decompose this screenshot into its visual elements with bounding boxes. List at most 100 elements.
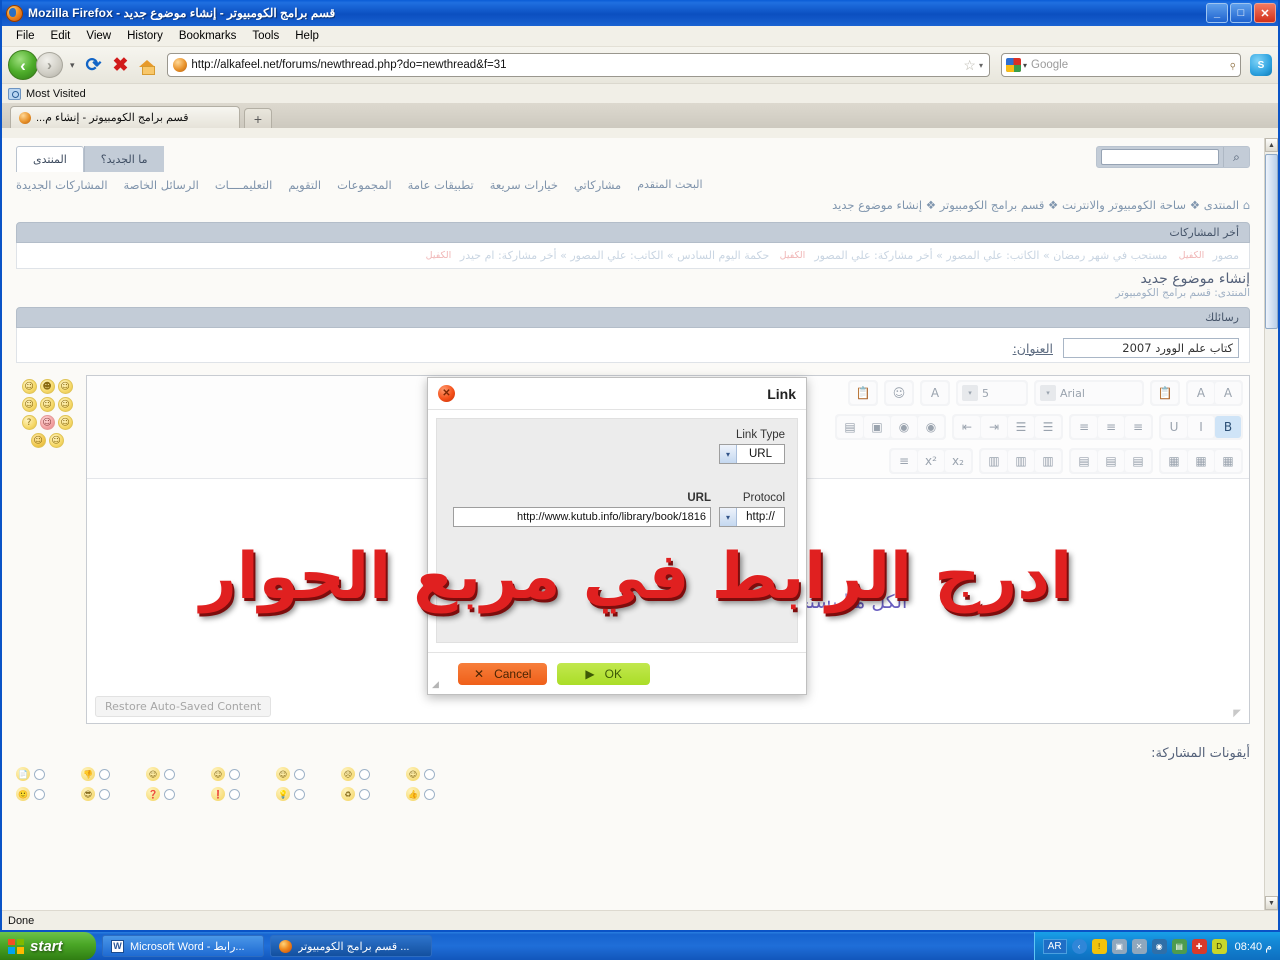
italic-icon[interactable]: I [1188,416,1214,438]
breadcrumb-computer-zone[interactable]: ساحة الكومبيوتر والانترنت [1062,198,1186,212]
smiley-icon[interactable]: ☺ [40,397,55,412]
radio-button[interactable] [229,769,240,780]
protocol-select[interactable]: ▾ http:// [719,507,785,527]
nav-link-quick-options[interactable]: خيارات سريعة [490,178,558,192]
editor-resize-grip[interactable]: ◤ [1233,708,1241,719]
image-icon[interactable]: ▣ [864,416,890,438]
align-right-icon[interactable]: ≡ [1125,416,1151,438]
taskbar-item-word[interactable]: W Microsoft Word - رابط... [102,935,264,957]
numbered-list-icon[interactable]: ☰ [1035,416,1061,438]
forum-search[interactable]: ⌕ [1096,146,1250,168]
chevron-down-icon[interactable]: ▾ [962,385,978,401]
table-properties-icon[interactable]: ▦ [1188,450,1214,472]
paste-from-word-icon[interactable]: 📋 [1152,382,1178,404]
menu-file[interactable]: File [8,28,43,44]
smiley-icon[interactable]: ☺ [40,415,55,430]
start-button[interactable]: start [0,932,96,960]
smiley-icon[interactable]: ☺ [49,433,64,448]
nav-whats-new[interactable]: ما الجديد؟ [84,146,164,172]
outdent-icon[interactable]: ⇤ [954,416,980,438]
reload-icon[interactable]: ⟳ [82,54,106,77]
taskbar-item-firefox[interactable]: قسم برامج الكومبيوتر ... [270,935,432,957]
bookmark-most-visited[interactable]: Most Visited [26,88,86,100]
nav-link-calendar[interactable]: التقويم [288,178,321,192]
bookmark-star-icon[interactable]: ☆ [960,57,979,74]
nav-forum-tab[interactable]: المنتدى [16,146,84,172]
menu-edit[interactable]: Edit [43,28,79,44]
post-icon-option[interactable]: ☺ [211,767,240,781]
remove-format-icon[interactable]: A [1188,382,1214,404]
indent-icon[interactable]: ⇥ [981,416,1007,438]
list-item[interactable]: مستحب في شهر رمضان » الكاتب: علي المصور … [779,249,1167,262]
smiley-icon[interactable]: ☺ [22,397,37,412]
nav-link-private-messages[interactable]: الرسائل الخاصة [124,178,199,192]
dialog-resize-grip[interactable]: ◢ [432,679,439,690]
new-tab-button[interactable]: + [244,108,272,128]
smiley-icon[interactable]: ☺ [22,379,37,394]
menu-bookmarks[interactable]: Bookmarks [171,28,245,44]
post-icon-option[interactable]: 💡 [276,787,305,801]
menu-tools[interactable]: Tools [244,28,287,44]
post-icon-option[interactable]: 👎 [81,767,110,781]
radio-button[interactable] [99,789,110,800]
radio-button[interactable] [164,769,175,780]
antivirus-icon[interactable]: ✚ [1192,939,1207,954]
smiley-cool-icon[interactable]: ☺ [31,433,46,448]
menu-view[interactable]: View [78,28,119,44]
unlink-icon[interactable]: ◉ [891,416,917,438]
close-icon[interactable]: ✕ [438,385,455,402]
post-icon-option[interactable]: 😎 [81,787,110,801]
bulleted-list-icon[interactable]: ☰ [1008,416,1034,438]
menu-help[interactable]: Help [287,28,327,44]
list-item[interactable]: حكمة اليوم السادس » الكاتب: علي المصور »… [425,249,769,262]
url-text[interactable]: http://alkafeel.net/forums/newthread.php… [191,59,960,71]
close-button[interactable]: ✕ [1254,3,1276,23]
radio-button[interactable] [359,769,370,780]
home-icon[interactable] [135,58,160,73]
network-icon[interactable]: ▣ [1112,939,1127,954]
radio-button[interactable] [229,789,240,800]
scrollbar-thumb[interactable] [1265,154,1278,329]
post-icon-option[interactable]: ♻ [341,787,370,801]
page-scrollbar[interactable]: ▲ ▼ [1264,138,1278,910]
post-icon-option[interactable]: 👍 [406,787,435,801]
back-button[interactable]: ‹ [8,50,38,80]
nav-link-faq[interactable]: التعليمــــات [215,178,272,192]
radio-button[interactable] [294,789,305,800]
radio-button[interactable] [164,789,175,800]
latest-post-text[interactable]: مستحب في شهر رمضان » الكاتب: علي المصور … [814,249,1167,262]
forward-button[interactable]: › [36,52,63,78]
search-input[interactable]: Google [1031,59,1229,71]
radio-button[interactable] [424,789,435,800]
delete-column-icon[interactable]: ▥ [981,450,1007,472]
bold-icon[interactable]: B [1215,416,1241,438]
chevron-down-icon[interactable]: ▾ [720,508,737,526]
search-icon[interactable]: ⌕ [1223,147,1249,167]
post-icon-option[interactable]: ☺ [406,767,435,781]
insert-column-right-icon[interactable]: ▥ [1035,450,1061,472]
font-size-select[interactable]: 5 ▾ [958,382,1026,404]
address-bar[interactable]: http://alkafeel.net/forums/newthread.php… [167,53,990,77]
chevron-down-icon[interactable]: ▾ [979,61,985,70]
breadcrumb-computer-programs[interactable]: قسم برامج الكومبيوتر [940,198,1045,212]
tab-current-page[interactable]: قسم برامج الكومبيوتر - إنشاء م... [10,106,240,128]
chevron-down-icon[interactable]: ▾ [1040,385,1056,401]
insert-table-icon[interactable]: ▦ [1215,450,1241,472]
nav-link-my-posts[interactable]: مشاركاتي [574,178,621,192]
radio-button[interactable] [359,789,370,800]
horizontal-rule-icon[interactable]: ≡ [891,450,917,472]
smiley-icon[interactable]: ☺ [58,397,73,412]
menu-history[interactable]: History [119,28,171,44]
chevron-down-icon[interactable]: ▾ [720,445,737,463]
superscript-icon[interactable]: x² [918,450,944,472]
smiley-icon[interactable]: ☺ [58,415,73,430]
show-hidden-icons[interactable]: ‹ [1072,939,1087,954]
title-input[interactable]: كتاب علم الوورد 2007 [1063,338,1239,358]
system-clock[interactable]: 08:40 م [1235,940,1272,953]
search-bar[interactable]: ▾ Google ⌕ [1001,53,1241,77]
post-icon-option[interactable]: ❓ [146,787,175,801]
radio-button[interactable] [34,789,45,800]
url-input[interactable]: http://www.kutub.info/library/book/1816 [453,507,711,527]
smiley-icon[interactable]: ☻ [40,379,55,394]
restore-autosave-button[interactable]: Restore Auto-Saved Content [95,696,271,717]
